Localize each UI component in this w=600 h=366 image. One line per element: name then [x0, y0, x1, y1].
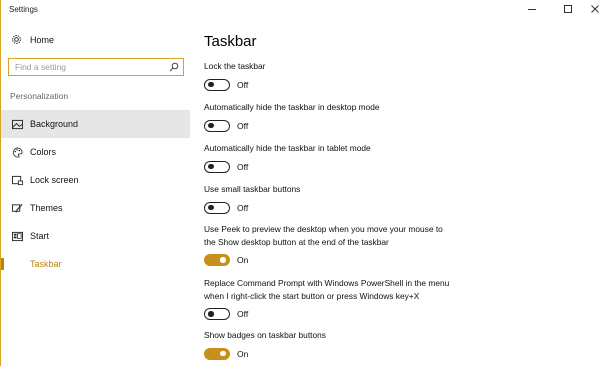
settings-window: Settings Home Personalization: [0, 0, 600, 366]
toggle-switch[interactable]: [204, 160, 230, 173]
setting-label-line: Use Peek to preview the desktop when you…: [204, 224, 443, 234]
setting-small-buttons: Use small taskbar buttons Off: [204, 183, 594, 216]
toggle-state: Off: [237, 202, 249, 213]
toggle-knob: [208, 311, 214, 317]
sidebar-item-colors[interactable]: Colors: [1, 138, 190, 166]
main-content: Taskbar Lock the taskbar Off Automatical…: [204, 20, 594, 366]
setting-label: Automatically hide the taskbar in tablet…: [204, 143, 371, 153]
sidebar: Home Personalization Background Colors: [1, 20, 190, 366]
sidebar-item-themes[interactable]: Themes: [1, 194, 190, 222]
sidebar-item-background[interactable]: Background: [1, 110, 190, 138]
toggle-state: Off: [237, 120, 249, 131]
toggle-state: Off: [237, 309, 249, 319]
sidebar-item-start[interactable]: Start: [1, 222, 190, 250]
search-input[interactable]: [9, 59, 164, 75]
toggle-state: On: [237, 255, 249, 265]
sidebar-item-label: Home: [30, 35, 55, 45]
sidebar-item-label: Start: [30, 231, 50, 241]
sidebar-item-label: Taskbar: [30, 259, 62, 269]
close-button[interactable]: [581, 0, 600, 18]
setting-label: Use small taskbar buttons: [204, 184, 301, 194]
window-title: Settings: [9, 5, 38, 14]
setting-powershell: Replace Command Prompt with Windows Powe…: [204, 277, 594, 322]
active-indicator: [1, 258, 4, 270]
title-bar: Settings: [1, 0, 600, 20]
toggle-knob: [208, 163, 214, 169]
setting-label: Show badges on taskbar buttons: [204, 330, 326, 340]
setting-lock-taskbar: Lock the taskbar Off: [204, 60, 594, 93]
toggle-switch[interactable]: [204, 308, 230, 320]
picture-icon: [12, 119, 23, 130]
minimize-icon: [528, 9, 536, 10]
toggle-knob: [220, 350, 226, 356]
page-title: Taskbar: [204, 33, 257, 50]
close-icon: [591, 5, 599, 13]
section-label: Personalization: [10, 91, 69, 101]
toggle-switch[interactable]: [204, 78, 230, 91]
toggle-state: Off: [237, 79, 249, 90]
maximize-icon: [564, 5, 572, 13]
setting-label: Automatically hide the taskbar in deskto…: [204, 102, 380, 112]
toggle-knob: [208, 81, 214, 87]
setting-autohide-tablet: Automatically hide the taskbar in tablet…: [204, 142, 594, 175]
setting-peek: Use Peek to preview the desktop when you…: [204, 223, 594, 268]
setting-label: Lock the taskbar: [204, 61, 266, 71]
sidebar-item-label: Lock screen: [30, 175, 79, 185]
setting-autohide-desktop: Automatically hide the taskbar in deskto…: [204, 101, 594, 134]
toggle-knob: [220, 257, 226, 263]
setting-label-line: when I right-click the start button or p…: [204, 290, 420, 301]
search-icon[interactable]: [169, 62, 179, 72]
start-icon: [12, 231, 23, 242]
sidebar-item-home[interactable]: Home: [1, 30, 190, 50]
maximize-button[interactable]: [554, 0, 582, 18]
sidebar-item-label: Themes: [30, 203, 63, 213]
gear-icon: [12, 35, 21, 44]
palette-icon: [12, 147, 23, 158]
sidebar-item-label: Background: [30, 119, 79, 129]
sidebar-item-lock-screen[interactable]: Lock screen: [1, 166, 190, 194]
setting-label-line: Replace Command Prompt with Windows Powe…: [204, 278, 450, 288]
toggle-knob: [208, 122, 214, 128]
lock-screen-icon: [12, 175, 23, 186]
sidebar-item-taskbar[interactable]: Taskbar: [1, 250, 190, 278]
setting-label-line: the Show desktop button at the end of th…: [204, 236, 389, 247]
sidebar-item-label: Colors: [30, 147, 57, 157]
toggle-state: Off: [237, 161, 249, 172]
toggle-state: On: [237, 348, 249, 359]
minimize-button[interactable]: [518, 0, 546, 18]
setting-badges: Show badges on taskbar buttons On: [204, 329, 594, 362]
toggle-switch[interactable]: [204, 347, 230, 360]
brush-icon: [12, 204, 23, 213]
search-box[interactable]: [8, 58, 184, 76]
toggle-switch[interactable]: [204, 201, 230, 214]
toggle-switch[interactable]: [204, 119, 230, 132]
toggle-switch[interactable]: [204, 254, 230, 266]
toggle-knob: [208, 204, 214, 210]
